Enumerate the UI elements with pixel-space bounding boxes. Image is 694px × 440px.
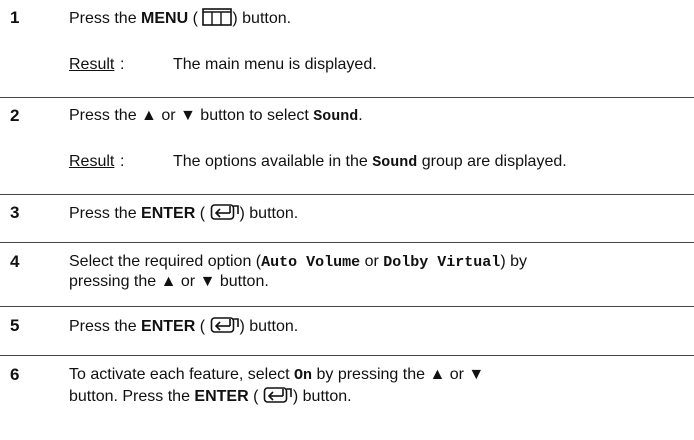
step-number: 4 <box>10 252 20 271</box>
step-instruction: Press the ENTER ( ) button. <box>69 317 299 335</box>
step-number: 1 <box>10 8 20 27</box>
up-arrow-icon: ▲ <box>141 107 157 124</box>
step-number: 2 <box>10 106 20 125</box>
result-colon: : <box>120 56 125 73</box>
divider <box>0 355 694 356</box>
step-instruction: Select the required option (Auto Volume … <box>69 253 527 271</box>
up-arrow-icon: ▲ <box>429 366 446 383</box>
step-instruction-cont: pressing the ▲ or ▼ button. <box>69 273 269 290</box>
enter-icon <box>210 317 239 333</box>
down-arrow-icon: ▼ <box>199 273 216 290</box>
divider <box>0 97 694 98</box>
step-number: 6 <box>10 365 20 384</box>
result-text: The main menu is displayed. <box>173 56 377 73</box>
step-number: 5 <box>10 316 20 335</box>
result-label: Result <box>69 153 115 170</box>
divider <box>0 242 694 243</box>
result-label: Result <box>69 56 115 73</box>
divider <box>0 306 694 307</box>
up-arrow-icon: ▲ <box>160 273 177 290</box>
enter-icon <box>263 387 292 403</box>
down-arrow-icon: ▼ <box>180 107 196 124</box>
down-arrow-icon: ▼ <box>468 366 485 383</box>
result-colon: : <box>120 153 125 170</box>
step-instruction-cont: button. Press the ENTER ( ) button. <box>69 387 352 405</box>
result-text: The options available in the Sound group… <box>173 153 567 171</box>
divider <box>0 194 694 195</box>
step-instruction: To activate each feature, select On by p… <box>69 366 485 384</box>
step-instruction: Press the MENU ( ) button. <box>69 8 292 27</box>
step-instruction: Press the ENTER ( ) button. <box>69 204 299 222</box>
menu-icon <box>202 8 233 26</box>
step-instruction: Press the ▲ or ▼ button to select Sound. <box>69 107 363 125</box>
enter-icon <box>210 204 239 220</box>
step-number: 3 <box>10 203 20 222</box>
